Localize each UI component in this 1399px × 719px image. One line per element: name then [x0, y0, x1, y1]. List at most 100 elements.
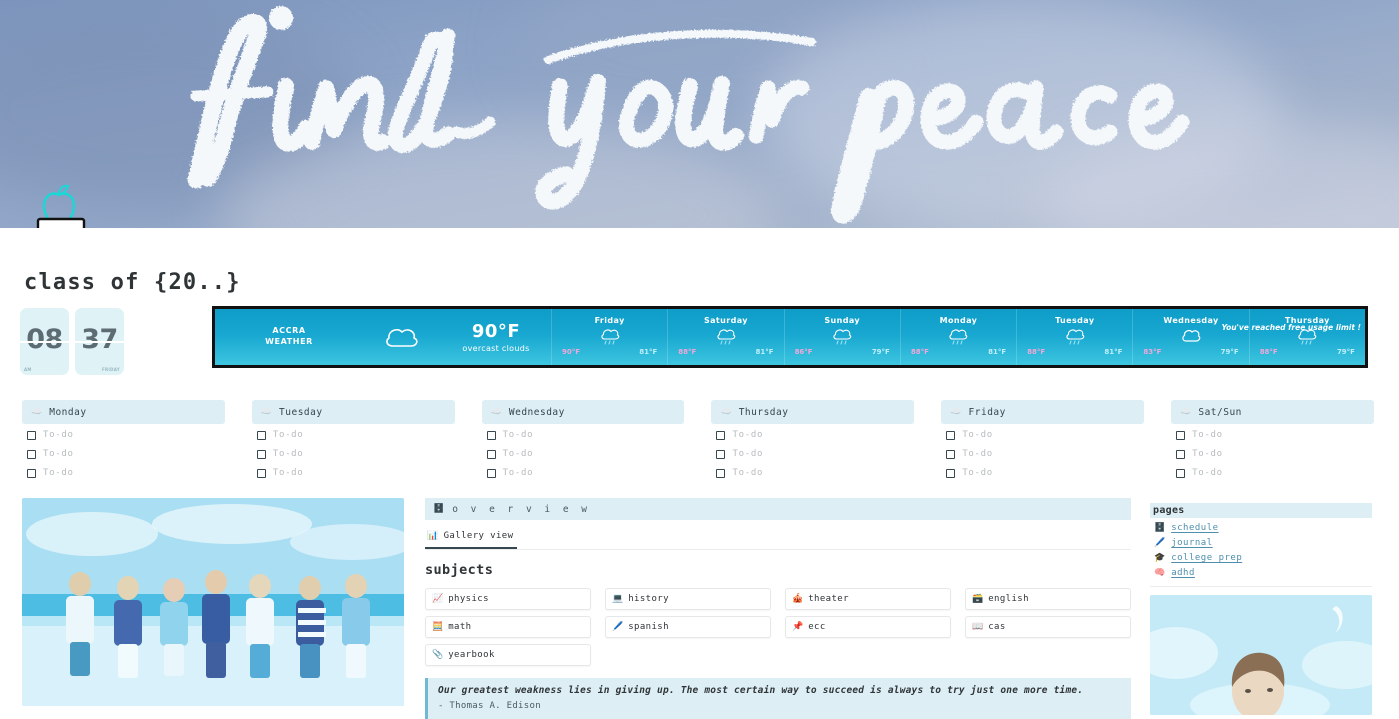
view-tab-bar: 📊 Gallery view	[425, 531, 1131, 550]
subject-card-ecc[interactable]: 📌 ecc	[785, 616, 951, 638]
todo-label: To-do	[273, 468, 304, 478]
cloud-icon	[363, 325, 441, 349]
weather-widget[interactable]: ACCRA WEATHER 90°F overcast clouds Frida…	[212, 306, 1368, 368]
rain-cloud-icon	[600, 328, 620, 346]
todo-item[interactable]: To-do	[252, 465, 455, 481]
todo-checkbox[interactable]	[716, 431, 725, 440]
cloud-emoji-icon: ☁️	[720, 408, 731, 417]
clock-meridiem: AM	[24, 367, 32, 372]
todo-label: To-do	[732, 468, 763, 478]
todo-checkbox[interactable]	[487, 469, 496, 478]
todo-item[interactable]: To-do	[22, 465, 225, 481]
quote-text: Our greatest weakness lies in giving up.…	[438, 684, 1121, 698]
overview-header[interactable]: 🗄️ o v e r v i e w	[425, 498, 1131, 520]
clock-widget[interactable]: 08 AM 37 FRIDAY	[20, 308, 124, 375]
page-link-schedule[interactable]: 🗄️ schedule	[1150, 523, 1372, 533]
subject-label: cas	[988, 622, 1005, 632]
todo-checkbox[interactable]	[27, 431, 36, 440]
page-link-label: adhd	[1171, 568, 1195, 578]
todo-checkbox[interactable]	[946, 450, 955, 459]
apple-on-books-icon	[26, 182, 96, 228]
page-link-journal[interactable]: 🖊️ journal	[1150, 538, 1372, 548]
overview-header-label: o v e r v i e w	[452, 504, 590, 515]
todo-item[interactable]: To-do	[482, 427, 685, 443]
subject-card-history[interactable]: 💻 history	[605, 588, 771, 610]
todo-checkbox[interactable]	[257, 431, 266, 440]
todo-item[interactable]: To-do	[252, 427, 455, 443]
planner-day-header[interactable]: ☁️ Thursday	[711, 400, 914, 424]
todo-checkbox[interactable]	[716, 450, 725, 459]
todo-checkbox[interactable]	[716, 469, 725, 478]
weather-forecast-list: Friday 90°F 81°F Saturday 88°F 81°F Sund…	[551, 309, 1365, 365]
todo-item[interactable]: To-do	[482, 446, 685, 462]
todo-checkbox[interactable]	[257, 450, 266, 459]
planner-day-header[interactable]: ☁️ Wednesday	[482, 400, 685, 424]
subject-card-math[interactable]: 🧮 math	[425, 616, 591, 638]
todo-item[interactable]: To-do	[482, 465, 685, 481]
subjects-heading: subjects	[425, 562, 1131, 578]
planner-day-label: Sat/Sun	[1198, 407, 1242, 418]
rain-cloud-icon	[832, 328, 852, 346]
todo-item[interactable]: To-do	[941, 465, 1144, 481]
subject-card-theater[interactable]: 🎪 theater	[785, 588, 951, 610]
todo-checkbox[interactable]	[257, 469, 266, 478]
page-link-adhd[interactable]: 🧠 adhd	[1150, 568, 1372, 578]
todo-item[interactable]: To-do	[1171, 427, 1374, 443]
todo-checkbox[interactable]	[1176, 469, 1185, 478]
page-link-college-prep[interactable]: 🎓 college prep	[1150, 553, 1372, 563]
subject-card-cas[interactable]: 📖 cas	[965, 616, 1131, 638]
subject-label: history	[628, 594, 669, 604]
planner-day-header[interactable]: ☁️ Tuesday	[252, 400, 455, 424]
forecast-high: 83°F	[1143, 348, 1161, 356]
todo-checkbox[interactable]	[946, 431, 955, 440]
todo-label: To-do	[1192, 449, 1223, 459]
todo-item[interactable]: To-do	[22, 446, 225, 462]
page-link-label: journal	[1171, 538, 1212, 548]
subject-card-physics[interactable]: 📈 physics	[425, 588, 591, 610]
forecast-low: 81°F	[756, 348, 774, 356]
weather-temperature: 90°F	[441, 321, 551, 342]
todo-checkbox[interactable]	[487, 450, 496, 459]
subject-card-english[interactable]: 🗃️ english	[965, 588, 1131, 610]
todo-item[interactable]: To-do	[1171, 446, 1374, 462]
todo-checkbox[interactable]	[946, 469, 955, 478]
todo-label: To-do	[43, 449, 74, 459]
todo-item[interactable]: To-do	[711, 427, 914, 443]
tab-gallery-view[interactable]: 📊 Gallery view	[425, 531, 517, 549]
subject-label: math	[448, 622, 471, 632]
todo-checkbox[interactable]	[487, 431, 496, 440]
todo-label: To-do	[962, 430, 993, 440]
todo-item[interactable]: To-do	[22, 427, 225, 443]
todo-checkbox[interactable]	[1176, 431, 1185, 440]
forecast-day-name: Saturday	[704, 316, 748, 325]
subject-label: theater	[808, 594, 849, 604]
forecast-temps: 83°F 79°F	[1133, 348, 1248, 356]
forecast-temps: 86°F 79°F	[785, 348, 900, 356]
todo-label: To-do	[43, 430, 74, 440]
todo-checkbox[interactable]	[1176, 450, 1185, 459]
subject-card-yearbook[interactable]: 📎 yearbook	[425, 644, 591, 666]
forecast-high: 88°F	[1027, 348, 1045, 356]
subject-card-spanish[interactable]: 🖊️ spanish	[605, 616, 771, 638]
planner-column-friday: ☁️ Friday To-do To-do To-do	[941, 400, 1144, 481]
forecast-high: 88°F	[911, 348, 929, 356]
todo-item[interactable]: To-do	[711, 465, 914, 481]
planner-day-header[interactable]: ☁️ Friday	[941, 400, 1144, 424]
forecast-day: Sunday 86°F 79°F	[784, 309, 900, 365]
planner-day-header[interactable]: ☁️ Monday	[22, 400, 225, 424]
todo-checkbox[interactable]	[27, 450, 36, 459]
todo-label: To-do	[503, 468, 534, 478]
todo-item[interactable]: To-do	[941, 446, 1144, 462]
todo-item[interactable]: To-do	[941, 427, 1144, 443]
rain-cloud-icon	[948, 328, 968, 346]
cloud-emoji-icon: ☁️	[950, 408, 961, 417]
cloud-emoji-icon: ☁️	[261, 408, 272, 417]
forecast-day: Tuesday 88°F 81°F	[1016, 309, 1132, 365]
cloud-icon	[1181, 328, 1201, 346]
todo-item[interactable]: To-do	[252, 446, 455, 462]
forecast-high: 86°F	[795, 348, 813, 356]
todo-item[interactable]: To-do	[1171, 465, 1374, 481]
planner-day-header[interactable]: ☁️ Sat/Sun	[1171, 400, 1374, 424]
todo-item[interactable]: To-do	[711, 446, 914, 462]
todo-checkbox[interactable]	[27, 469, 36, 478]
